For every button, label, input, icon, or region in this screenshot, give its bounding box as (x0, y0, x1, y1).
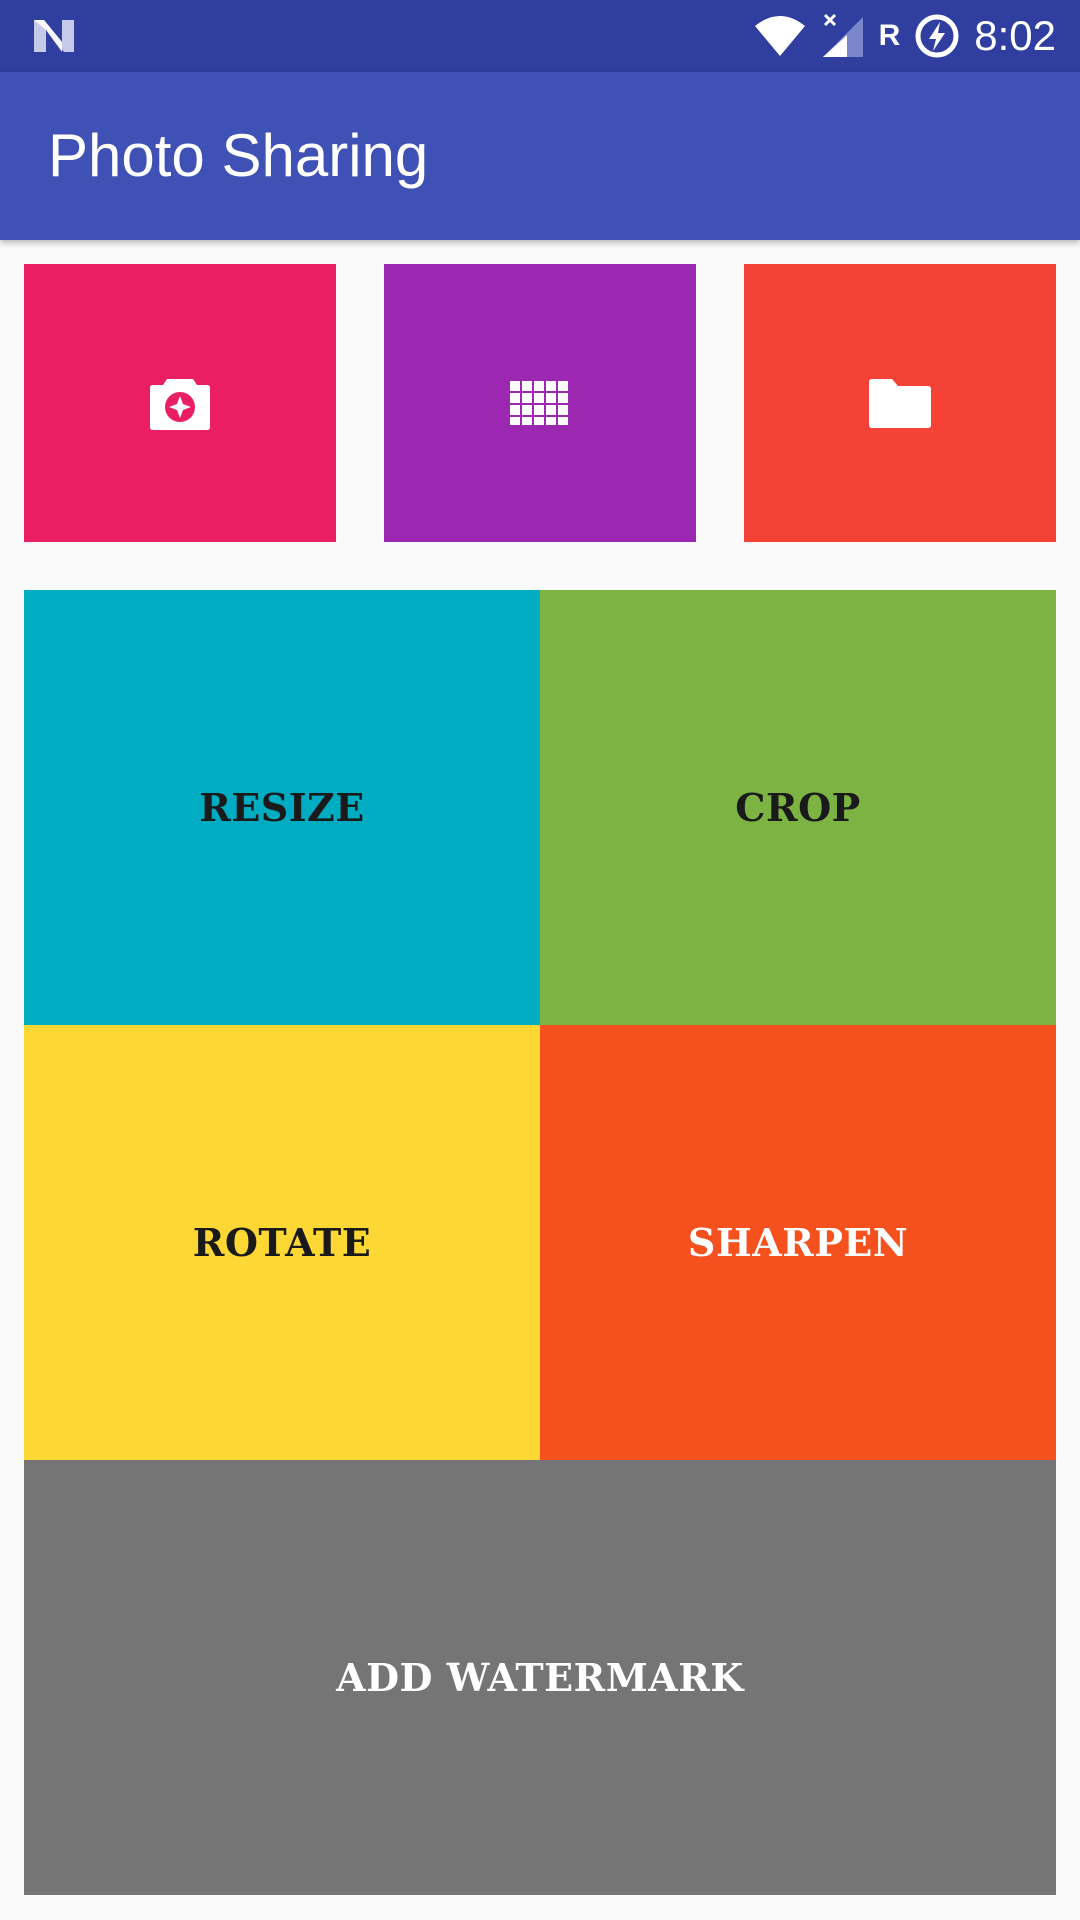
clock: 8:02 (974, 12, 1056, 59)
resize-button[interactable]: RESIZE (24, 590, 540, 1025)
notification-n-icon (34, 20, 74, 52)
add-watermark-button[interactable]: ADD WATERMARK (24, 1460, 1056, 1895)
status-bar: R 8:02 (0, 0, 1080, 72)
crop-button[interactable]: CROP (540, 590, 1056, 1025)
wifi-icon (754, 16, 805, 56)
folder-button[interactable] (744, 264, 1056, 542)
camera-icon (150, 379, 210, 430)
gallery-grid-icon (510, 381, 568, 425)
status-icons: R 8:02 (753, 0, 1056, 72)
folder-icon (869, 379, 931, 428)
signal-icon (822, 13, 863, 57)
sharpen-button[interactable]: SHARPEN (540, 1025, 1056, 1460)
gallery-button[interactable] (384, 264, 696, 542)
battery-saver-icon (915, 14, 959, 58)
roaming-indicator: R (878, 19, 901, 52)
app-title: Photo Sharing (48, 122, 429, 189)
app-bar: Photo Sharing (0, 72, 1080, 240)
rotate-button[interactable]: ROTATE (24, 1025, 540, 1460)
camera-button[interactable] (24, 264, 336, 542)
